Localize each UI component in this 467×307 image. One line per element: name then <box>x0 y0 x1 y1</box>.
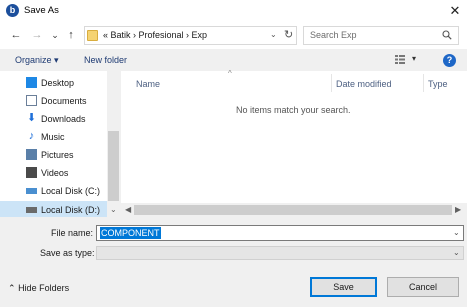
window-title: Save As <box>24 5 59 16</box>
file-name-value[interactable]: COMPONENT <box>100 227 161 239</box>
sidebar-item-label: Local Disk (D:) <box>41 205 101 215</box>
cancel-button[interactable]: Cancel <box>387 277 459 297</box>
sidebar-item-music[interactable]: ♪ Music <box>0 128 107 146</box>
column-divider[interactable] <box>423 74 424 92</box>
organize-button[interactable]: Organize ▾ <box>15 55 59 66</box>
desktop-icon <box>26 77 37 88</box>
back-button[interactable]: ← <box>9 28 23 42</box>
sidebar-item-pictures[interactable]: Pictures <box>0 146 107 164</box>
videos-icon <box>26 167 37 178</box>
sidebar-item-label: Desktop <box>41 78 75 88</box>
file-name-label: File name: <box>51 228 94 238</box>
forward-button[interactable]: → <box>30 28 44 42</box>
save-as-type-select[interactable]: ⌄ <box>96 246 464 260</box>
empty-list-message: No items match your search. <box>236 105 351 115</box>
downloads-icon: ⬇ <box>26 112 37 124</box>
column-header-type[interactable]: Type <box>428 79 448 89</box>
new-folder-button[interactable]: New folder <box>84 55 127 65</box>
folder-icon <box>87 30 98 41</box>
sidebar-item-downloads[interactable]: ⬇ Downloads <box>0 110 107 128</box>
sort-ascending-icon: ^ <box>228 69 232 78</box>
sidebar-item-label: Documents <box>41 96 87 106</box>
column-header-date-modified[interactable]: Date modified <box>336 79 392 89</box>
search-placeholder: Search Exp <box>310 30 357 40</box>
sidebar-item-label: Videos <box>41 168 69 178</box>
file-list-pane[interactable] <box>121 71 467 217</box>
chevron-up-icon: ⌃ <box>8 283 16 293</box>
horizontal-scroll-thumb[interactable] <box>134 205 452 215</box>
chevron-down-icon[interactable]: ⌄ <box>270 30 277 39</box>
view-dropdown-chevron-icon[interactable]: ▾ <box>412 54 416 63</box>
sidebar-item-local-disk-c[interactable]: Local Disk (C:) <box>0 182 107 200</box>
save-button[interactable]: Save <box>310 277 377 297</box>
scroll-right-arrow-icon[interactable]: ▶ <box>455 205 461 214</box>
sidebar-item-documents[interactable]: Documents <box>0 92 107 110</box>
sidebar-item-videos[interactable]: Videos <box>0 164 107 182</box>
column-header-name[interactable]: Name <box>136 79 160 89</box>
save-as-type-dropdown-icon[interactable]: ⌄ <box>453 248 460 257</box>
recent-locations-button[interactable]: ⌄ <box>48 28 62 42</box>
title-bar <box>0 0 467 22</box>
sidebar-item-local-disk-d[interactable]: Local Disk (D:) <box>0 201 107 217</box>
view-options-icon[interactable] <box>395 55 405 64</box>
navigation-pane-scroll-thumb[interactable] <box>108 131 119 201</box>
sidebar-item-desktop[interactable]: Desktop <box>0 74 107 92</box>
search-input[interactable]: Search Exp <box>303 26 459 45</box>
up-button[interactable]: ↑ <box>64 28 78 42</box>
search-icon[interactable] <box>442 30 452 40</box>
music-icon: ♪ <box>28 130 35 142</box>
help-icon[interactable]: ? <box>443 54 456 67</box>
drive-icon <box>26 207 37 213</box>
sidebar-item-label: Music <box>41 132 65 142</box>
app-icon: b <box>6 4 19 17</box>
save-as-type-label: Save as type: <box>40 248 95 258</box>
column-divider[interactable] <box>331 74 332 92</box>
sidebar-item-label: Local Disk (C:) <box>41 186 101 196</box>
close-button[interactable]: ✕ <box>447 2 463 20</box>
pictures-icon <box>26 149 37 160</box>
drive-icon <box>26 188 37 194</box>
documents-icon <box>26 95 37 106</box>
refresh-icon[interactable]: ↻ <box>284 28 293 41</box>
address-bar[interactable]: « Batik › Profesional › Exp ⌄ ↻ <box>84 26 297 45</box>
scroll-down-arrow-icon[interactable]: ⌄ <box>110 205 117 214</box>
file-name-input[interactable]: COMPONENT ⌄ <box>96 225 464 241</box>
sidebar-item-label: Downloads <box>41 114 86 124</box>
file-name-dropdown-icon[interactable]: ⌄ <box>453 228 460 237</box>
breadcrumb[interactable]: « Batik › Profesional › Exp <box>103 30 207 40</box>
sidebar-item-label: Pictures <box>41 150 74 160</box>
navigation-pane: Desktop Documents ⬇ Downloads ♪ Music Pictures… <box>0 71 120 217</box>
scroll-left-arrow-icon[interactable]: ◀ <box>125 205 131 214</box>
hide-folders-label: Hide Folders <box>18 283 70 293</box>
hide-folders-button[interactable]: ⌃ Hide Folders <box>8 283 69 294</box>
